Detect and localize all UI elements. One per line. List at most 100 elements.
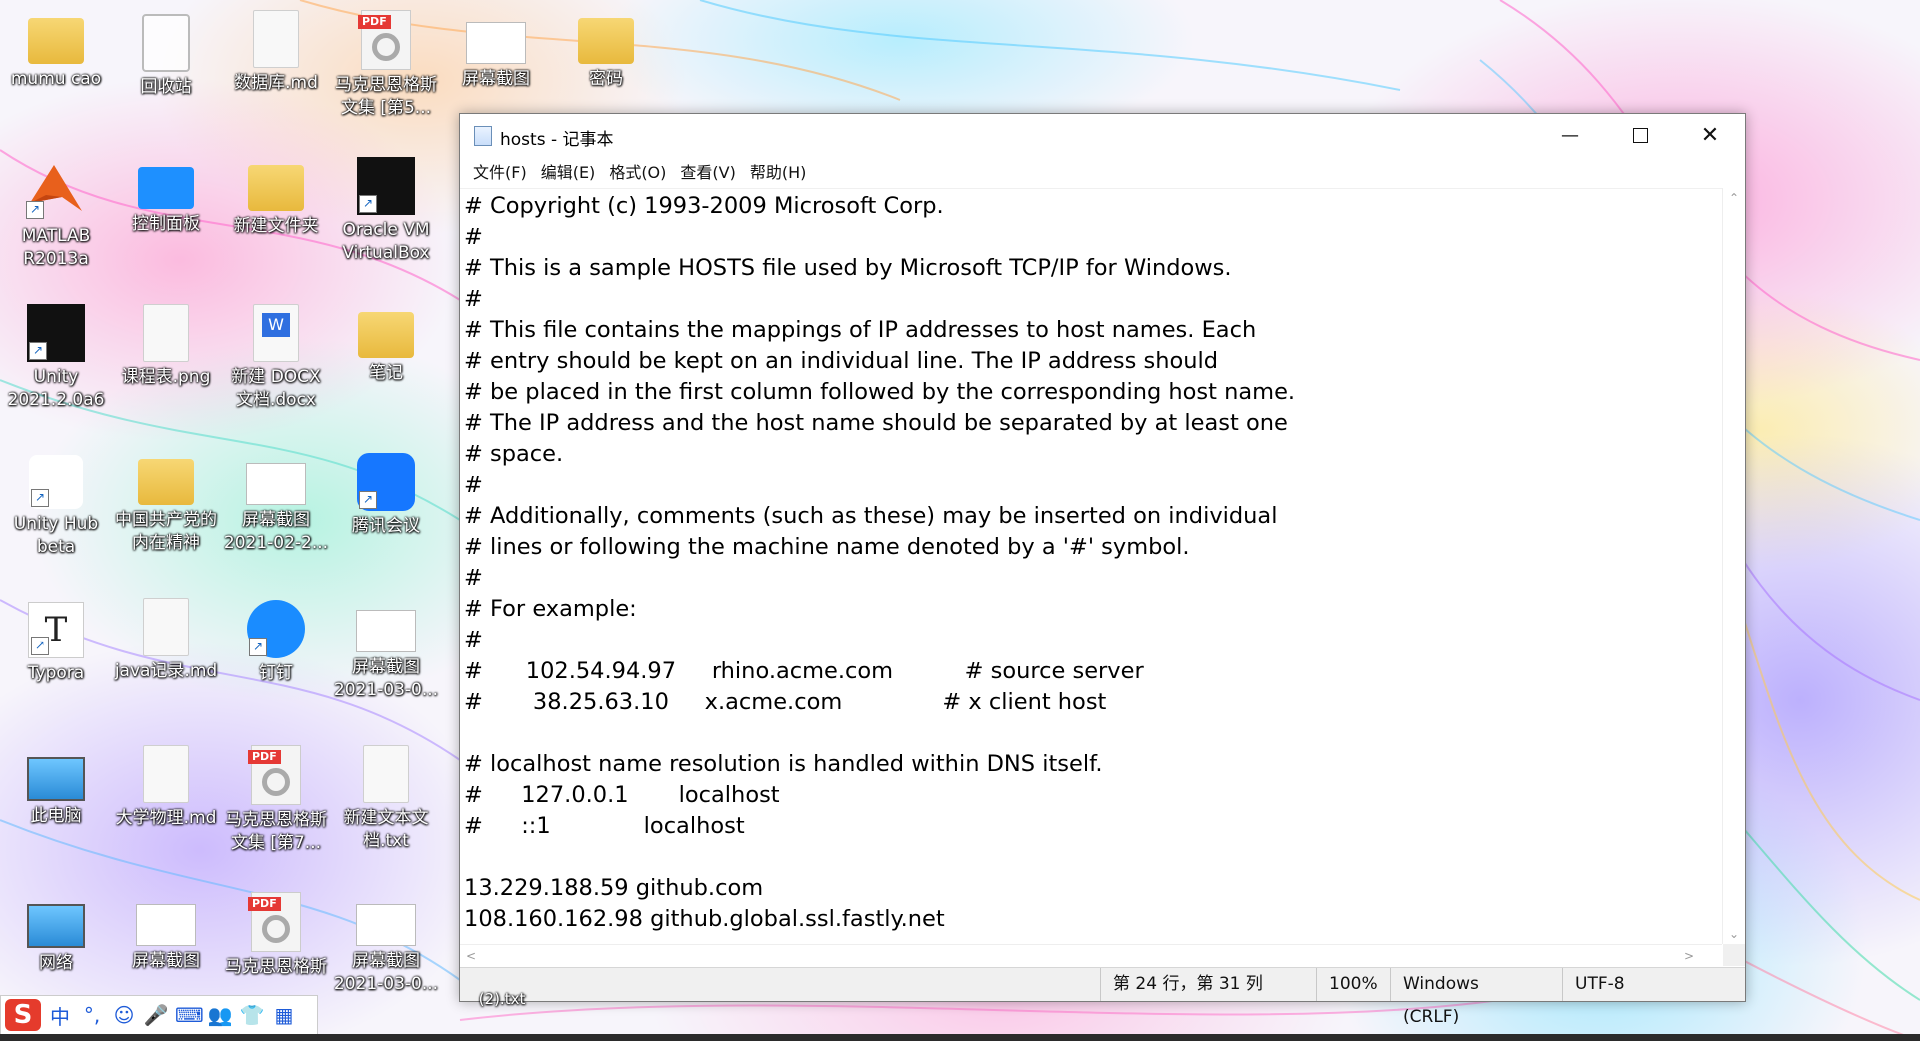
tencent-meeting-icon: ↗ — [357, 453, 415, 511]
desktop-icon-label: 中国共产党的内在精神 — [115, 510, 217, 553]
text-editor[interactable]: # Copyright (c) 1993-2009 Microsoft Corp… — [460, 188, 1722, 945]
word-doc-icon: W — [253, 304, 299, 362]
window-title: hosts - 记事本 — [500, 130, 614, 150]
pdf-icon: PDF — [248, 745, 301, 805]
status-cursor-position: 第 24 行，第 31 列 — [1100, 968, 1289, 1001]
screenshot-icon — [356, 904, 416, 946]
folder-icon — [358, 312, 414, 358]
user-folder-icon — [28, 18, 84, 64]
desktop-icon[interactable]: ↗ MATLAB R2013a — [2, 151, 110, 271]
shortcut-arrow-icon: ↗ — [29, 342, 47, 360]
taskbar-edge — [0, 1034, 1920, 1041]
menu-file[interactable]: 文件(F) — [466, 156, 534, 184]
desktop-icon-label: 马克思恩格斯文集 [第7... — [225, 810, 327, 853]
horizontal-scrollbar[interactable]: < > — [460, 944, 1722, 967]
desktop-icon[interactable]: 密码 — [552, 4, 660, 91]
scroll-down-icon[interactable]: ⌄ — [1723, 924, 1745, 944]
text-file-icon — [363, 745, 409, 803]
desktop-icon[interactable]: 屏幕截图 2021-02-2... — [222, 445, 330, 555]
status-bar: 第 24 行，第 31 列 100% Windows (CRLF) UTF-8 — [460, 967, 1745, 1027]
desktop-icon[interactable]: 大学物理.md — [112, 739, 220, 830]
desktop-icon-label: 屏幕截图 — [132, 951, 200, 971]
desktop-icon-label: 此电脑 — [30, 806, 82, 826]
desktop-icon[interactable]: ↗ Oracle VM VirtualBox — [332, 151, 440, 265]
chinese-mode-icon[interactable]: 中 — [47, 1001, 73, 1030]
menu-bar: 文件(F) 编辑(E) 格式(O) 查看(V) 帮助(H) — [460, 156, 1745, 184]
desktop-icon-label: 数据库.md — [234, 73, 318, 93]
scroll-right-icon[interactable]: > — [1678, 945, 1700, 967]
unity-icon: ↗ — [27, 304, 85, 362]
title-bar[interactable]: hosts - 记事本 — ✕ — [460, 114, 1745, 156]
desktop-icon[interactable]: PDF 马克思恩格斯文集 [第5... — [332, 4, 440, 120]
desktop-icon-label: 新建文本文档.txt — [343, 808, 429, 851]
skin-icon[interactable]: 👕 — [239, 1003, 265, 1027]
editor-content[interactable]: # Copyright (c) 1993-2009 Microsoft Corp… — [460, 189, 1722, 937]
desktop-icon-label: 屏幕截图 2021-02-2... — [223, 510, 329, 553]
desktop-icon-label: 大学物理.md — [115, 808, 217, 828]
desktop-icon-label: 钉钉 — [259, 663, 293, 683]
desktop-icon[interactable]: 中国共产党的内在精神 — [112, 445, 220, 555]
sogou-logo-icon[interactable]: S — [5, 999, 41, 1031]
screenshot-icon — [136, 904, 196, 946]
user-icon[interactable]: 👥 — [207, 1003, 233, 1027]
scroll-up-icon[interactable]: ⌃ — [1723, 188, 1745, 208]
network-icon — [27, 904, 85, 948]
image-file-icon — [143, 304, 189, 362]
desktop-icon[interactable]: ↗ 钉钉 — [222, 592, 330, 685]
screenshot-icon — [356, 610, 416, 652]
desktop-icon[interactable]: PDF 马克思恩格斯 — [222, 886, 330, 979]
notepad-window[interactable]: hosts - 记事本 — ✕ 文件(F) 编辑(E) 格式(O) 查看(V) … — [459, 113, 1746, 1027]
keyboard-icon[interactable]: ⌨ — [175, 1003, 204, 1027]
desktop-icon[interactable]: 屏幕截图 — [112, 886, 220, 973]
desktop-icon[interactable]: 回收站 — [112, 4, 220, 99]
menu-help[interactable]: 帮助(H) — [743, 156, 814, 184]
desktop-icon[interactable]: T ↗ Typora — [2, 592, 110, 685]
desktop-icon[interactable]: mumu cao — [2, 4, 110, 91]
desktop-icon-label: 密码 — [589, 69, 623, 89]
desktop-icon-label: 笔记 — [369, 363, 403, 383]
desktop-icon[interactable]: java记录.md — [112, 592, 220, 683]
desktop-icon[interactable]: 屏幕截图 — [442, 4, 550, 91]
desktop-icon[interactable]: ↗ Unity Hub beta — [2, 445, 110, 559]
desktop-icon[interactable]: 控制面板 — [112, 151, 220, 236]
desktop-icon[interactable]: 此电脑 — [2, 739, 110, 828]
desktop-icon-label: java记录.md — [114, 661, 218, 681]
desktop-icon[interactable]: 新建文本文档.txt — [332, 739, 440, 853]
desktop-icon[interactable]: 屏幕截图 2021-03-0... — [332, 592, 440, 702]
close-button[interactable]: ✕ — [1675, 114, 1745, 156]
desktop-icon[interactable]: 课程表.png — [112, 298, 220, 389]
menu-format[interactable]: 格式(O) — [602, 156, 673, 184]
emoji-icon[interactable]: ☺ — [111, 1003, 137, 1027]
desktop-icon[interactable]: W 新建 DOCX 文档.docx — [222, 298, 330, 412]
punctuation-icon[interactable]: °, — [79, 1003, 105, 1027]
maximize-icon — [1632, 127, 1648, 143]
pdf-icon: PDF — [358, 10, 411, 70]
scroll-left-icon[interactable]: < — [460, 945, 482, 967]
file-icon — [253, 10, 299, 68]
microphone-icon[interactable]: 🎤 — [143, 1003, 169, 1027]
matlab-icon: ↗ — [24, 157, 88, 221]
scrollbar-corner — [1723, 944, 1745, 966]
desktop-icon-label: 屏幕截图 2021-03-0... — [333, 657, 439, 700]
toolbox-icon[interactable]: ▦ — [271, 1003, 297, 1027]
menu-edit[interactable]: 编辑(E) — [534, 156, 603, 184]
dingtalk-icon: ↗ — [247, 600, 305, 658]
desktop-icon[interactable]: 屏幕截图 2021-03-0... — [332, 886, 440, 996]
desktop-icon[interactable]: 新建文件夹 — [222, 151, 330, 238]
desktop-icon[interactable]: 数据库.md — [222, 4, 330, 95]
desktop-icon-label: 屏幕截图 — [462, 69, 530, 89]
maximize-button[interactable] — [1605, 114, 1675, 156]
minimize-button[interactable]: — — [1535, 114, 1605, 156]
desktop-icon[interactable]: 网络 — [2, 886, 110, 975]
desktop-icon-label: 新建文件夹 — [233, 216, 319, 236]
desktop-icon[interactable]: ↗ Unity 2021.2.0a6 — [2, 298, 110, 412]
desktop-icon[interactable]: 笔记 — [332, 298, 440, 385]
shortcut-arrow-icon: ↗ — [31, 489, 49, 507]
desktop-icon[interactable]: PDF 马克思恩格斯文集 [第7... — [222, 739, 330, 855]
status-line-ending: Windows (CRLF) — [1390, 968, 1533, 1027]
desktop-icon[interactable]: ↗ 腾讯会议 — [332, 445, 440, 538]
screenshot-icon — [466, 22, 526, 64]
this-pc-icon — [27, 757, 85, 801]
vertical-scrollbar[interactable]: ⌃ ⌄ — [1722, 188, 1745, 944]
menu-view[interactable]: 查看(V) — [673, 156, 742, 184]
